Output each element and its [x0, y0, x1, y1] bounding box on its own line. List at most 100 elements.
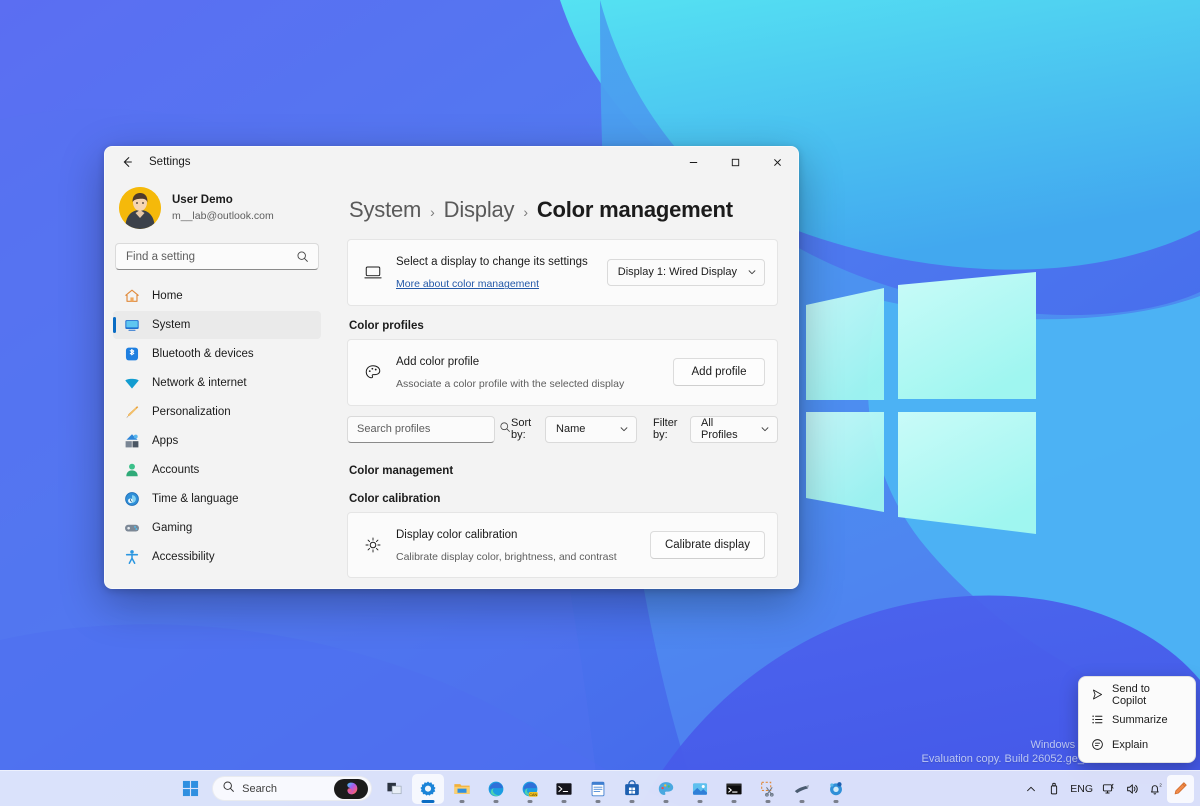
taskbar-app-file-explorer[interactable]	[446, 774, 478, 804]
edge-icon	[487, 780, 505, 798]
sidebar-item-network-internet[interactable]: Network & internet	[113, 369, 321, 397]
taskbar-app-edge-canary[interactable]: CAN	[514, 774, 546, 804]
start-button[interactable]	[174, 774, 206, 804]
breadcrumb-display[interactable]: Display	[444, 197, 515, 223]
add-color-profile-text: Add color profile Associate a color prof…	[396, 350, 673, 395]
chevron-up-icon	[1025, 783, 1037, 795]
sidebar-item-label: Network & internet	[152, 377, 247, 389]
bluetooth-icon	[123, 346, 140, 363]
calibrate-display-button[interactable]: Calibrate display	[650, 531, 765, 559]
sidebar-item-apps[interactable]: Apps	[113, 427, 321, 455]
network-icon	[1102, 782, 1116, 796]
sidebar-item-label: Accessibility	[152, 551, 215, 563]
chevron-down-icon	[760, 424, 770, 434]
search-profiles-input[interactable]	[357, 423, 499, 435]
breadcrumb-separator: ›	[430, 204, 434, 220]
taskbar-search-box[interactable]: Search	[212, 776, 372, 801]
wifi-icon	[123, 375, 140, 392]
taskbar-app-clipchamp[interactable]	[786, 774, 818, 804]
brightness-icon	[360, 536, 386, 554]
account-name: User Demo	[172, 193, 274, 209]
sidebar-item-system[interactable]: System	[113, 311, 321, 339]
close-button[interactable]	[756, 147, 798, 177]
sidebar-item-personalization[interactable]: Personalization	[113, 398, 321, 426]
taskbar-app-edge[interactable]	[480, 774, 512, 804]
tray-pen-menu[interactable]	[1167, 775, 1194, 803]
sort-by-label: Sort by:	[511, 417, 537, 441]
maximize-button[interactable]	[714, 147, 756, 177]
terminal-icon	[555, 780, 573, 798]
brush-icon	[123, 404, 140, 421]
sidebar-item-accessibility[interactable]: Accessibility	[113, 543, 321, 571]
account-email: m__lab@outlook.com	[172, 209, 274, 223]
taskbar-app-terminal[interactable]	[548, 774, 580, 804]
search-input[interactable]	[126, 251, 296, 263]
taskbar-app-settings[interactable]	[412, 774, 444, 804]
find-a-setting-box[interactable]	[115, 243, 319, 270]
sidebar-item-accounts[interactable]: Accounts	[113, 456, 321, 484]
taskbar-app-paint[interactable]	[650, 774, 682, 804]
tray-show-hidden-icons[interactable]	[1020, 775, 1042, 803]
avatar-illustration	[119, 187, 161, 229]
file-explorer-icon	[453, 780, 471, 798]
tray-notifications[interactable]: 2	[1144, 775, 1166, 803]
close-icon	[772, 157, 783, 168]
volume-icon	[1125, 782, 1139, 796]
filter-by-dropdown[interactable]: All Profiles	[690, 416, 778, 443]
taskbar-app-dev-home[interactable]	[820, 774, 852, 804]
sidebar-item-home[interactable]: Home	[113, 282, 321, 310]
more-about-color-management-link[interactable]: More about color management	[396, 277, 539, 292]
maximize-icon	[730, 157, 741, 168]
task-view-icon	[386, 780, 403, 797]
tray-language-indicator[interactable]: ENG	[1066, 775, 1097, 803]
svg-text:2: 2	[1159, 782, 1162, 787]
taskbar-app-photos[interactable]	[684, 774, 716, 804]
taskbar-icons: Search	[0, 774, 1020, 804]
tray-usb[interactable]	[1043, 775, 1065, 803]
menu-item-explain[interactable]: Explain	[1083, 732, 1191, 757]
search-icon	[296, 250, 310, 263]
menu-item-summarize[interactable]: Summarize	[1083, 707, 1191, 732]
copilot-icon[interactable]	[334, 779, 368, 799]
taskbar-app-task-view[interactable]	[378, 774, 410, 804]
breadcrumb-system[interactable]: System	[349, 197, 421, 223]
monitor-icon	[360, 263, 386, 281]
page-title: Color management	[537, 197, 733, 223]
running-indicator	[494, 800, 499, 803]
back-button[interactable]	[113, 150, 141, 174]
taskbar-app-notepad[interactable]	[582, 774, 614, 804]
list-icon	[1090, 713, 1104, 726]
add-color-profile-title: Add color profile	[396, 356, 479, 368]
search-profiles-box[interactable]	[347, 416, 495, 443]
add-profile-button[interactable]: Add profile	[673, 358, 765, 386]
sidebar-item-gaming[interactable]: Gaming	[113, 514, 321, 542]
accessibility-icon	[123, 549, 140, 566]
menu-item-label: Summarize	[1112, 714, 1168, 726]
sidebar-item-label: Personalization	[152, 406, 231, 418]
color-calibration-heading: Color calibration	[349, 493, 778, 505]
minimize-icon	[688, 157, 699, 168]
taskbar-app-command-prompt[interactable]	[718, 774, 750, 804]
menu-item-send-to-copilot[interactable]: Send to Copilot	[1083, 682, 1191, 707]
sidebar-item-label: Bluetooth & devices	[152, 348, 254, 360]
running-indicator	[630, 800, 635, 803]
account-block[interactable]: User Demo m__lab@outlook.com	[113, 177, 321, 241]
running-indicator	[664, 800, 669, 803]
settings-main-pane: System › Display › Color management Sele…	[329, 177, 798, 588]
taskbar-app-snipping-tool[interactable]	[752, 774, 784, 804]
sidebar-item-label: Home	[152, 290, 183, 302]
sidebar-item-bluetooth-devices[interactable]: Bluetooth & devices	[113, 340, 321, 368]
apps-icon	[123, 433, 140, 450]
palette-icon	[360, 363, 386, 381]
running-indicator	[800, 800, 805, 803]
tray-network[interactable]	[1098, 775, 1120, 803]
sort-by-dropdown[interactable]: Name	[545, 416, 637, 443]
minimize-button[interactable]	[672, 147, 714, 177]
select-display-title: Select a display to change its settings	[396, 256, 588, 268]
search-icon	[499, 420, 511, 438]
running-indicator	[766, 800, 771, 803]
sidebar-item-time-language[interactable]: Time & language	[113, 485, 321, 513]
tray-volume[interactable]	[1121, 775, 1143, 803]
taskbar-app-microsoft-store[interactable]	[616, 774, 648, 804]
display-selector-dropdown[interactable]: Display 1: Wired Display	[607, 259, 765, 286]
